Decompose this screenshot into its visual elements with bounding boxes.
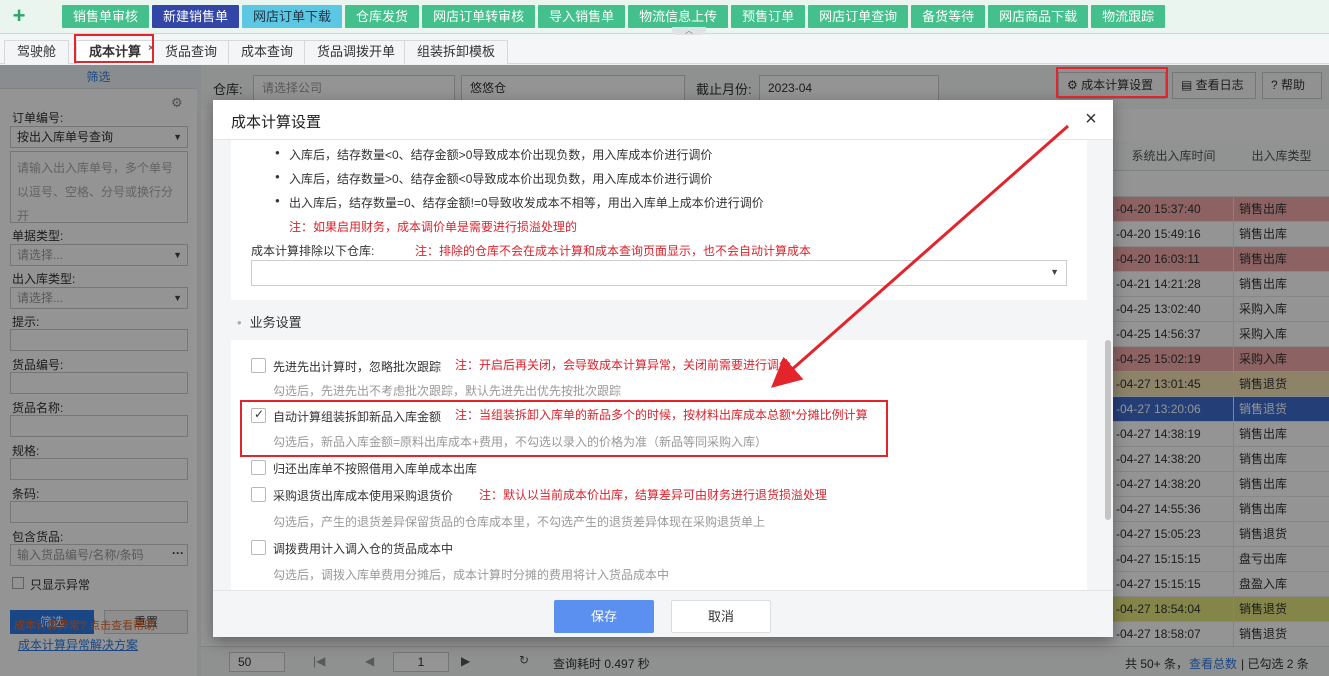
- dialog-header: 成本计算设置 ×: [213, 100, 1113, 140]
- top-toolbar: + 销售单审核 新建销售单 网店订单下载 仓库发货 网店订单转审核 导入销售单 …: [0, 0, 1329, 35]
- return-not-borrow-cost-checkbox[interactable]: [251, 460, 266, 475]
- close-icon[interactable]: ×: [1079, 107, 1103, 131]
- quick-new-sales-order[interactable]: 新建销售单: [152, 5, 240, 28]
- rule-bullet-1: 入库后，结存数量<0、结存金额>0导致成本价出现负数，用入库成本价进行调价: [275, 146, 712, 163]
- fifo-ignore-batch-desc: 勾选后，先进先出不考虑批次跟踪，默认先进先出优先按批次跟踪: [273, 384, 622, 398]
- quick-import-sales[interactable]: 导入销售单: [538, 5, 626, 28]
- quick-logistics-upload[interactable]: 物流信息上传: [628, 5, 729, 28]
- fifo-ignore-batch-label: 先进先出计算时，忽略批次跟踪: [273, 360, 442, 374]
- purchase-return-price-checkbox[interactable]: [251, 487, 266, 502]
- exclude-warehouse-select[interactable]: [251, 260, 1067, 286]
- tab-goods-query[interactable]: 货品查询: [152, 40, 231, 64]
- tab-bar: 驾驶舱 成本计算 × 货品查询 成本查询 货品调拨开单 组装拆卸模板: [0, 35, 1329, 64]
- tab-dashboard[interactable]: 驾驶舱: [4, 40, 70, 64]
- purchase-return-price-desc: 勾选后，产生的退货差异保留货品的仓库成本里，不勾选产生的退货差异体现在采购退货单…: [273, 515, 766, 529]
- quick-product-download[interactable]: 网店商品下载: [988, 5, 1089, 28]
- rule-bullet-3: 出入库后，结存数量=0、结存金额!=0导致收发成本不相等，用出入库单上成本价进行…: [275, 194, 764, 211]
- exclude-warehouse-label: 成本计算排除以下仓库:: [251, 244, 375, 258]
- dialog-footer: 保存 取消: [213, 590, 1113, 637]
- dialog-body: 入库后，结存数量<0、结存金额>0导致成本价出现负数，用入库成本价进行调价 入库…: [213, 140, 1113, 590]
- quick-online-order-query[interactable]: 网店订单查询: [808, 5, 909, 28]
- business-settings-card: 先进先出计算时，忽略批次跟踪 注：开启后再关闭，会导致成本计算异常，关闭前需要进…: [231, 340, 1087, 590]
- cancel-button[interactable]: 取消: [671, 600, 771, 633]
- annotation-box-settings: [1056, 67, 1168, 98]
- purchase-return-price-note: 注：默认以当前成本价出库，结算差异可由财务进行退货损溢处理: [479, 488, 828, 502]
- quick-online-order-download[interactable]: 网店订单下载: [242, 5, 343, 28]
- quick-warehouse-ship[interactable]: 仓库发货: [345, 5, 420, 28]
- quick-sales-review[interactable]: 销售单审核: [62, 5, 150, 28]
- fifo-ignore-batch-note: 注：开启后再关闭，会导致成本计算异常，关闭前需要进行调价: [455, 358, 792, 372]
- cost-settings-dialog: 成本计算设置 × 入库后，结存数量<0、结存金额>0导致成本价出现负数，用入库成…: [213, 100, 1113, 637]
- dialog-title: 成本计算设置: [231, 114, 322, 131]
- finance-note: 注：如果启用财务，成本调价单是需要进行损溢处理的: [289, 220, 578, 234]
- purchase-return-price-label: 采购退货出库成本使用采购退货价: [273, 489, 454, 503]
- transfer-fee-desc: 勾选后，调拨入库单费用分摊后，成本计算时分摊的费用将计入货品成本中: [273, 568, 670, 582]
- business-settings-title: 业务设置: [237, 312, 302, 331]
- exclude-warehouse-note: 注：排除的仓库不会在成本计算和成本查询页面显示，也不会自动计算成本: [415, 244, 812, 258]
- dialog-scrollbar[interactable]: [1105, 340, 1111, 520]
- tab-assembly-template[interactable]: 组装拆卸模板: [404, 40, 509, 64]
- transfer-fee-label: 调拨费用计入调入仓的货品成本中: [273, 542, 454, 556]
- return-not-borrow-cost-label: 归还出库单不按照借用入库单成本出库: [273, 462, 478, 476]
- quick-actions: 销售单审核 新建销售单 网店订单下载 仓库发货 网店订单转审核 导入销售单 物流…: [62, 5, 1166, 28]
- transfer-fee-checkbox[interactable]: [251, 540, 266, 555]
- fifo-ignore-batch-checkbox[interactable]: [251, 358, 266, 373]
- save-button[interactable]: 保存: [554, 600, 654, 633]
- quick-online-order-review[interactable]: 网店订单转审核: [422, 5, 536, 28]
- adjust-rules-card: 入库后，结存数量<0、结存金额>0导致成本价出现负数，用入库成本价进行调价 入库…: [231, 140, 1087, 300]
- collapse-toolbar-handle[interactable]: ︿: [672, 27, 706, 35]
- tab-transfer-order[interactable]: 货品调拨开单: [304, 40, 409, 64]
- quick-logistics-track[interactable]: 物流跟踪: [1091, 5, 1166, 28]
- annotation-box-option: [240, 400, 888, 457]
- annotation-box-tab: [74, 34, 154, 63]
- rule-bullet-2: 入库后，结存数量>0、结存金额<0导致成本价出现负数，用入库成本价进行调价: [275, 170, 712, 187]
- quick-stock-wait[interactable]: 备货等待: [911, 5, 986, 28]
- tab-cost-query[interactable]: 成本查询: [228, 40, 307, 64]
- quick-presale[interactable]: 预售订单: [731, 5, 806, 28]
- add-icon[interactable]: +: [8, 4, 30, 28]
